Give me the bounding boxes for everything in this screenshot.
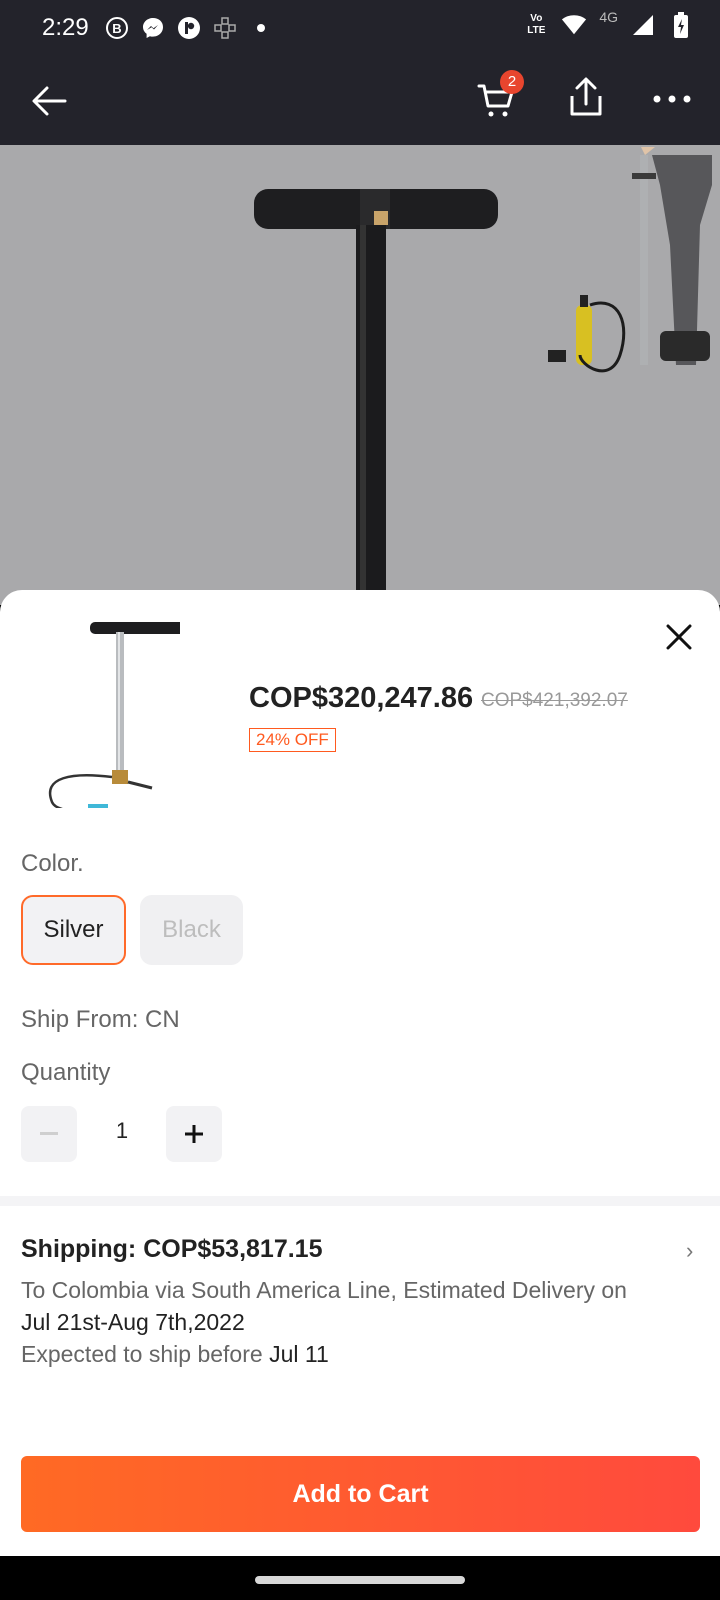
ship-before-prefix: Expected to ship before <box>21 1341 263 1367</box>
back-button[interactable] <box>24 76 74 126</box>
b-app-icon: B <box>104 15 130 41</box>
signal-icon <box>630 12 656 38</box>
color-label: Color. <box>21 850 84 877</box>
product-thumbnail <box>30 622 186 813</box>
ship-before-date: Jul 11 <box>269 1341 329 1367</box>
share-button[interactable] <box>566 76 616 126</box>
pump-illustration <box>254 147 712 605</box>
ship-before-line: Expected to ship before Jul 11 <box>21 1338 691 1370</box>
color-option-black[interactable]: Black <box>140 895 243 965</box>
discount-badge: 24% OFF <box>249 728 336 752</box>
home-gesture-handle[interactable] <box>255 1576 465 1584</box>
quantity-value[interactable]: 1 <box>96 1118 148 1144</box>
minus-icon <box>40 1132 58 1135</box>
notification-icons: B <box>104 15 274 41</box>
dot-icon <box>248 15 274 41</box>
ship-from: Ship From: CN <box>21 1006 180 1033</box>
delivery-dates: Jul 21st-Aug 7th,2022 <box>21 1309 245 1335</box>
status-time: 2:29 <box>42 14 89 41</box>
current-price: COP$320,247.86 <box>249 682 474 714</box>
game-controller-icon <box>212 15 238 41</box>
system-icons: Vo LTE 4G <box>523 9 694 38</box>
original-price: COP$421,392.07 <box>481 690 628 711</box>
shipping-route: To Colombia via South America Line, Esti… <box>21 1277 627 1303</box>
cart-count-badge: 2 <box>500 70 524 94</box>
quantity-decrease-button[interactable] <box>21 1106 77 1162</box>
color-option-silver[interactable]: Silver <box>21 895 126 965</box>
cart-button[interactable]: 2 <box>476 70 526 120</box>
status-bar: 2:29 B Vo LTE 4G <box>0 0 720 56</box>
pinterest-like-icon <box>176 15 202 41</box>
system-nav-bar <box>0 1556 720 1600</box>
messenger-icon <box>140 15 166 41</box>
shipping-description: To Colombia via South America Line, Esti… <box>21 1274 691 1370</box>
share-icon <box>570 77 602 116</box>
battery-charging-icon <box>668 12 694 38</box>
back-arrow-icon <box>32 86 67 116</box>
close-button[interactable] <box>656 614 702 660</box>
more-options-button[interactable] <box>652 76 702 126</box>
plus-icon <box>185 1125 203 1143</box>
quantity-label: Quantity <box>21 1059 111 1086</box>
volte-icon: Vo LTE <box>527 13 546 36</box>
quantity-increase-button[interactable] <box>166 1106 222 1162</box>
close-icon <box>666 624 692 650</box>
shipping-title[interactable]: Shipping: COP$53,817.15 <box>21 1235 323 1264</box>
network-type: 4G <box>599 9 618 25</box>
chevron-right-icon[interactable]: › <box>686 1238 693 1264</box>
product-image[interactable] <box>0 145 720 605</box>
sku-bottom-sheet: COP$320,247.86 COP$421,392.07 24% OFF Co… <box>0 590 720 1556</box>
add-to-cart-button[interactable]: Add to Cart <box>21 1456 700 1532</box>
wifi-icon <box>561 12 587 38</box>
section-divider <box>0 1196 720 1206</box>
app-header: 2 <box>0 56 720 145</box>
more-icon <box>653 95 691 103</box>
svg-text:B: B <box>112 21 121 36</box>
